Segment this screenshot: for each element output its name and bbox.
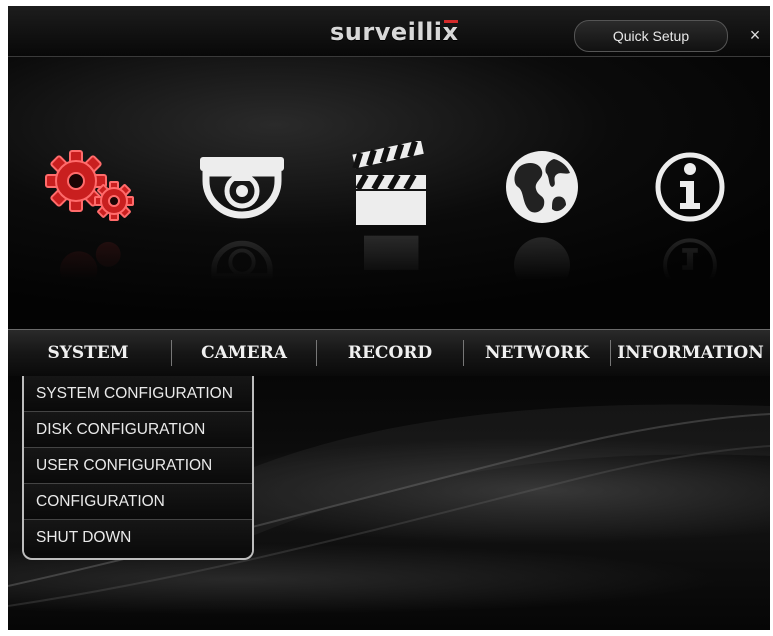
icon-menu-area <box>8 57 770 329</box>
menu-item-configuration[interactable]: CONFIGURATION <box>24 484 252 520</box>
tab-information[interactable]: INFORMATION <box>611 330 770 376</box>
clapperboard-icon[interactable] <box>342 141 442 301</box>
menu-item-system-configuration[interactable]: SYSTEM CONFIGURATION <box>24 376 252 412</box>
tab-record[interactable]: RECORD <box>317 330 463 376</box>
main-nav-bar: SYSTEM CAMERA RECORD NETWORK INFORMATION <box>8 329 770 377</box>
tab-network[interactable]: NETWORK <box>464 330 610 376</box>
menu-item-shut-down[interactable]: SHUT DOWN <box>24 520 252 555</box>
menu-item-user-configuration[interactable]: USER CONFIGURATION <box>24 448 252 484</box>
tab-system[interactable]: SYSTEM <box>8 330 168 376</box>
quick-setup-button[interactable]: Quick Setup <box>574 20 728 52</box>
brand-logo: surveillix <box>330 18 459 46</box>
dome-camera-icon[interactable] <box>192 141 292 301</box>
settings-gears-icon[interactable] <box>38 141 138 301</box>
info-icon[interactable] <box>640 141 740 301</box>
logo-accent <box>444 20 458 23</box>
tab-camera[interactable]: CAMERA <box>172 330 316 376</box>
app-window: surveillix Quick Setup × SYSTEM CAMERA R… <box>8 6 770 630</box>
globe-icon[interactable] <box>492 141 592 301</box>
title-bar: surveillix Quick Setup × <box>8 6 770 57</box>
close-button[interactable]: × <box>744 20 766 50</box>
menu-item-disk-configuration[interactable]: DISK CONFIGURATION <box>24 412 252 448</box>
system-submenu: SYSTEM CONFIGURATION DISK CONFIGURATION … <box>22 376 254 560</box>
